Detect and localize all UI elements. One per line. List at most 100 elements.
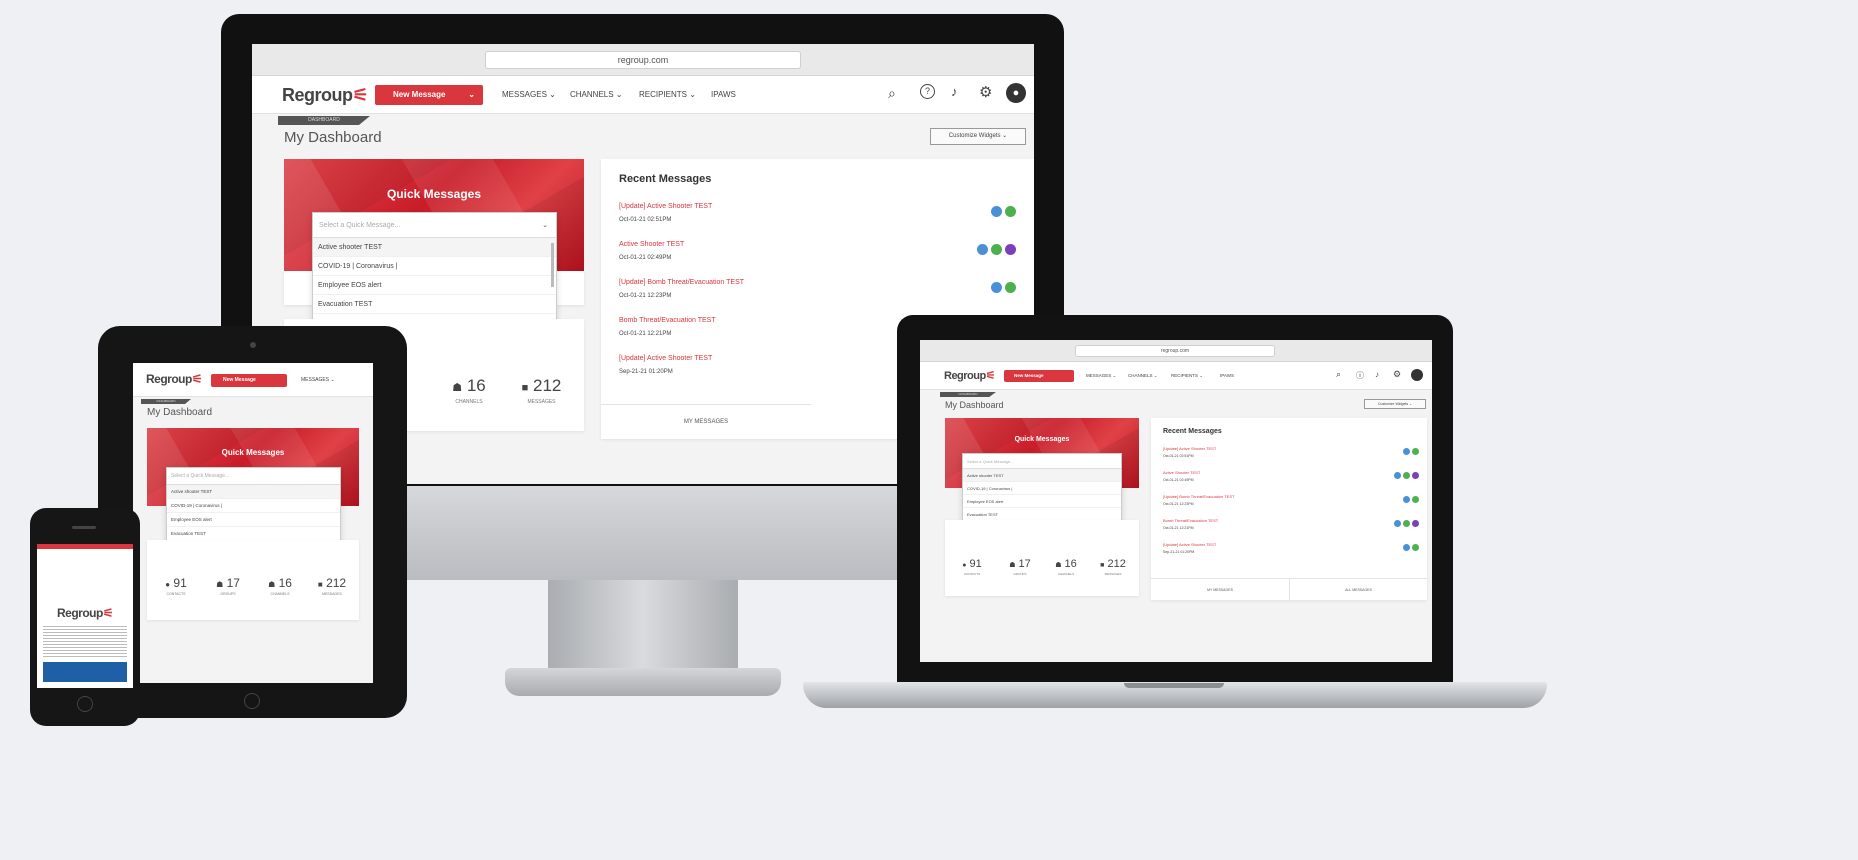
search-icon[interactable]: ⌕ bbox=[1336, 369, 1341, 380]
message-date: Oct-01-21 02:49PM bbox=[619, 255, 672, 261]
dropdown-option[interactable]: Employee EOS alert bbox=[313, 276, 556, 295]
dropdown-option[interactable]: COVID-19 | Coronavirus | bbox=[313, 257, 556, 276]
stat-groups[interactable]: ☗ 17 GROUPS bbox=[997, 558, 1043, 576]
stat-number: 17 bbox=[1018, 558, 1031, 570]
quick-message-select[interactable]: Select a Quick Message... bbox=[963, 454, 1121, 469]
quick-message-select[interactable]: Select a Quick Message... bbox=[167, 468, 340, 485]
tab-my-messages[interactable]: MY MESSAGES bbox=[601, 404, 811, 439]
breadcrumb[interactable]: DASHBOARD bbox=[940, 392, 996, 397]
message-subject-link[interactable]: [Update] Active Shooter TEST bbox=[1163, 446, 1216, 451]
sms-channel-icon bbox=[1412, 544, 1419, 551]
nav-recipients[interactable]: RECIPIENTS ⌄ bbox=[1171, 373, 1203, 379]
nav-recipients[interactable]: RECIPIENTS ⌄ bbox=[639, 90, 696, 99]
nav-channels[interactable]: CHANNELS ⌄ bbox=[570, 90, 623, 99]
regroup-logo[interactable]: Regroup⚟ bbox=[944, 369, 996, 382]
message-subject-link[interactable]: Active Shooter TEST bbox=[619, 241, 684, 248]
voice-channel-icon bbox=[1412, 520, 1419, 527]
logo-text: Regroup bbox=[57, 606, 103, 620]
tab-my-messages[interactable]: MY MESSAGES bbox=[1151, 578, 1289, 600]
help-icon[interactable]: ? bbox=[920, 84, 935, 99]
stat-number: 91 bbox=[969, 558, 982, 570]
regroup-logo[interactable]: Regroup⚟ bbox=[146, 372, 203, 386]
search-icon[interactable]: ⌕ bbox=[888, 85, 896, 102]
nav-ipaws[interactable]: IPAWS bbox=[711, 90, 736, 99]
sms-channel-icon bbox=[1005, 282, 1016, 293]
stat-label: MESSAGES bbox=[527, 399, 556, 405]
dropdown-option[interactable]: Active shooter TEST bbox=[313, 238, 556, 257]
stat-value: ☗ 16 bbox=[434, 376, 504, 396]
nav-messages[interactable]: MESSAGES ⌄ bbox=[301, 377, 335, 383]
groups-icon: ☗ bbox=[216, 580, 224, 589]
phone-speaker bbox=[72, 526, 96, 529]
help-icon[interactable]: ⓘ bbox=[1356, 370, 1364, 381]
bell-icon[interactable]: ♪ bbox=[1375, 370, 1379, 379]
dropdown-option[interactable]: COVID-19 | Coronavirus | bbox=[963, 482, 1121, 495]
user-icon[interactable]: ● bbox=[1006, 83, 1026, 103]
gear-icon[interactable]: ⚙ bbox=[979, 83, 992, 101]
tab-all-messages[interactable]: ALL MESSAGES bbox=[1289, 578, 1427, 600]
gear-icon[interactable]: ⚙ bbox=[1393, 369, 1401, 380]
stat-channels[interactable]: ☗ 16 CHANNELS bbox=[434, 376, 504, 405]
dropdown-scrollbar[interactable] bbox=[551, 243, 554, 287]
message-subject-link[interactable]: [Update] Bomb Threat/Evacuation TEST bbox=[619, 279, 744, 286]
stat-contacts[interactable]: ● 91 CONTACTS bbox=[949, 558, 995, 576]
tablet-top-nav: Regroup⚟ New Message MESSAGES ⌄ bbox=[133, 363, 373, 397]
url-field[interactable]: regroup.com bbox=[485, 51, 801, 69]
nav-ipaws[interactable]: IPAWS bbox=[1220, 373, 1234, 378]
stat-contacts[interactable]: ● 91 CONTACTS bbox=[151, 576, 201, 596]
message-subject-link[interactable]: [Update] Active Shooter TEST bbox=[1163, 542, 1216, 547]
stat-value: ☗ 17 bbox=[203, 576, 253, 590]
quick-message-select[interactable]: Select a Quick Message... ⌄ bbox=[313, 213, 556, 238]
new-message-label: New Message bbox=[223, 377, 256, 383]
dropdown-option[interactable]: Employee EOS alert bbox=[963, 495, 1121, 508]
browser-bar: regroup.com bbox=[920, 340, 1432, 362]
select-placeholder: Select a Quick Message... bbox=[967, 459, 1014, 464]
message-subject-link[interactable]: Active Shooter TEST bbox=[1163, 470, 1200, 475]
new-message-button[interactable]: New Message bbox=[1004, 370, 1074, 382]
message-subject-link[interactable]: [Update] Active Shooter TEST bbox=[619, 355, 712, 362]
breadcrumb[interactable]: DASHBOARD bbox=[278, 116, 370, 125]
dropdown-option[interactable]: Active shooter TEST bbox=[167, 485, 340, 499]
nav-messages[interactable]: MESSAGES ⌄ bbox=[502, 90, 556, 99]
dropdown-option[interactable]: Evacuation TEST bbox=[313, 295, 556, 314]
message-date: Sep-21-21 01:20PM bbox=[1163, 550, 1195, 554]
new-message-label: New Message bbox=[1014, 373, 1044, 378]
wifi-wave-icon: ⚟ bbox=[191, 372, 203, 386]
page-title: My Dashboard bbox=[147, 407, 213, 418]
stat-messages[interactable]: ■ 212 MESSAGES bbox=[1089, 558, 1137, 576]
dropdown-option[interactable]: Employee EOS alert bbox=[167, 513, 340, 527]
stat-messages[interactable]: ■ 212 MESSAGES bbox=[305, 576, 359, 596]
message-subject-link[interactable]: [Update] Active Shooter TEST bbox=[619, 203, 712, 210]
url-field[interactable]: regroup.com bbox=[1075, 345, 1275, 357]
stat-messages[interactable]: ■ 212 MESSAGES bbox=[504, 376, 579, 405]
bell-icon[interactable]: ♪ bbox=[951, 84, 958, 99]
user-icon[interactable] bbox=[1411, 369, 1423, 381]
dropdown-option[interactable]: Active shooter TEST bbox=[963, 469, 1121, 482]
regroup-logo: Regroup⚟ bbox=[57, 606, 114, 620]
laptop-notch bbox=[1124, 683, 1224, 688]
stat-channels[interactable]: ☗ 16 CHANNELS bbox=[255, 576, 305, 596]
nav-channels[interactable]: CHANNELS ⌄ bbox=[1128, 373, 1158, 379]
sms-channel-icon bbox=[991, 244, 1002, 255]
nav-messages[interactable]: MESSAGES ⌄ bbox=[1086, 373, 1116, 379]
recent-messages-card: Recent Messages [Update] Active Shooter … bbox=[1151, 418, 1427, 600]
regroup-logo[interactable]: Regroup⚟ bbox=[282, 85, 369, 106]
wifi-wave-icon: ⚟ bbox=[102, 606, 114, 620]
recent-messages-title: Recent Messages bbox=[1163, 428, 1222, 435]
stat-number: 91 bbox=[173, 576, 187, 590]
message-date: Oct-01-21 02:49PM bbox=[1163, 478, 1194, 482]
new-message-button[interactable]: New Message bbox=[211, 374, 287, 387]
dropdown-option[interactable]: Evacuation TEST bbox=[167, 527, 340, 541]
stat-groups[interactable]: ☗ 17 GROUPS bbox=[203, 576, 253, 596]
dropdown-option[interactable]: COVID-19 | Coronavirus | bbox=[167, 499, 340, 513]
customize-widgets-button[interactable]: Customize Widgets ⌄ bbox=[930, 128, 1026, 145]
message-subject-link[interactable]: [Update] Bomb Threat/Evacuation TEST bbox=[1163, 494, 1234, 499]
stat-channels[interactable]: ☗ 16 CHANNELS bbox=[1043, 558, 1089, 576]
new-message-button[interactable]: New Message ⌄ bbox=[375, 85, 483, 105]
sms-channel-icon bbox=[1005, 206, 1016, 217]
customize-widgets-button[interactable]: Customize Widgets ⌄ bbox=[1364, 399, 1426, 409]
stat-value: ■ 212 bbox=[305, 576, 359, 590]
message-subject-link[interactable]: Bomb Threat/Evacuation TEST bbox=[1163, 518, 1218, 523]
breadcrumb[interactable]: DASHBOARD bbox=[141, 399, 191, 404]
message-subject-link[interactable]: Bomb Threat/Evacuation TEST bbox=[619, 317, 716, 324]
